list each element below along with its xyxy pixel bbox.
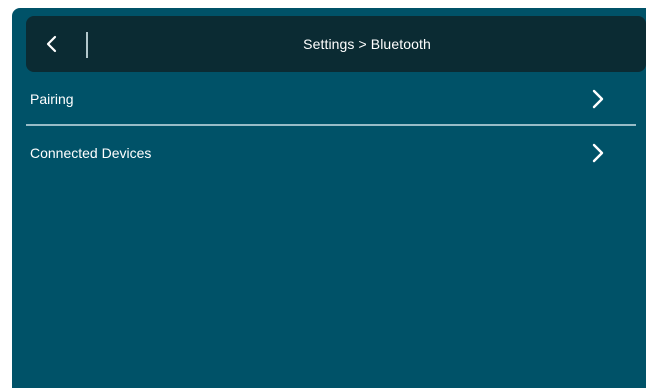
menu-item-pairing[interactable]: Pairing xyxy=(12,72,646,126)
chevron-right-icon xyxy=(592,143,604,163)
chevron-right-icon xyxy=(592,89,604,109)
settings-screen: Settings > Bluetooth Pairing Connected D… xyxy=(12,8,646,388)
header-bar: Settings > Bluetooth xyxy=(26,16,646,72)
menu-item-connected-devices[interactable]: Connected Devices xyxy=(12,126,646,180)
page-title: Settings > Bluetooth xyxy=(303,36,431,52)
settings-menu: Pairing Connected Devices xyxy=(12,72,646,180)
menu-item-label: Connected Devices xyxy=(30,145,152,161)
chevron-left-icon xyxy=(46,35,57,53)
menu-item-label: Pairing xyxy=(30,91,74,107)
back-button[interactable] xyxy=(26,16,78,72)
